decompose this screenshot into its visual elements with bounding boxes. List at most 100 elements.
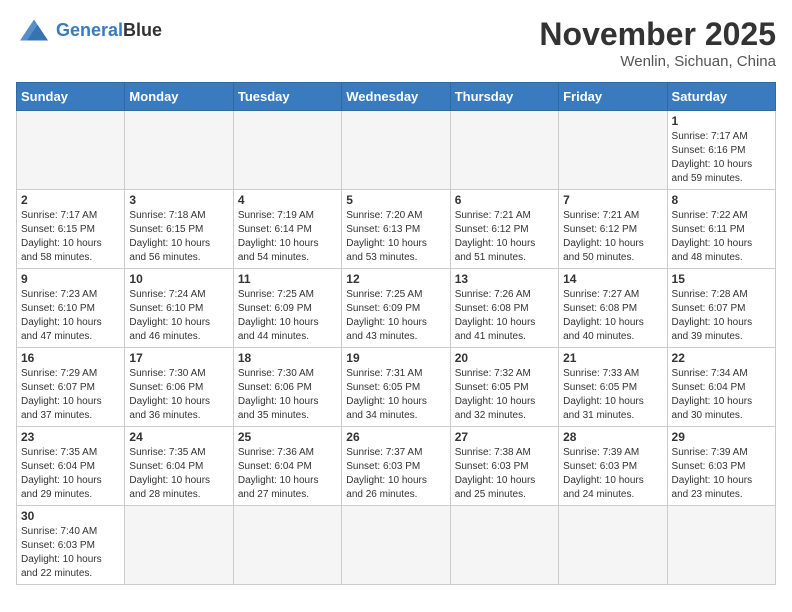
weekday-header-wednesday: Wednesday [342,83,450,111]
day-cell: 20 Sunrise: 7:32 AM Sunset: 6:05 PM Dayli… [450,348,558,427]
location: Wenlin, Sichuan, China [539,53,776,70]
day-info: Sunrise: 7:28 AM Sunset: 6:07 PM Dayligh… [672,288,771,344]
logo-icon [16,16,52,44]
day-info: Sunrise: 7:39 AM Sunset: 6:03 PM Dayligh… [672,446,771,502]
day-info: Sunrise: 7:33 AM Sunset: 6:05 PM Dayligh… [563,367,662,423]
day-cell: 11 Sunrise: 7:25 AM Sunset: 6:09 PM Dayli… [233,269,341,348]
day-info: Sunrise: 7:21 AM Sunset: 6:12 PM Dayligh… [563,209,662,265]
day-cell [125,506,233,585]
day-number: 15 [672,272,771,286]
day-cell: 14 Sunrise: 7:27 AM Sunset: 6:08 PM Dayli… [559,269,667,348]
week-row-2: 2Sunrise: 7:17 AM Sunset: 6:15 PM Daylig… [17,190,776,269]
day-cell: 2Sunrise: 7:17 AM Sunset: 6:15 PM Daylig… [17,190,125,269]
day-number: 12 [346,272,445,286]
day-number: 29 [672,430,771,444]
day-cell: 30 Sunrise: 7:40 AM Sunset: 6:03 PM Dayli… [17,506,125,585]
day-cell: 24 Sunrise: 7:35 AM Sunset: 6:04 PM Dayli… [125,427,233,506]
day-cell [342,111,450,190]
day-number: 24 [129,430,228,444]
day-cell: 5 Sunrise: 7:20 AM Sunset: 6:13 PM Daylig… [342,190,450,269]
day-info: Sunrise: 7:32 AM Sunset: 6:05 PM Dayligh… [455,367,554,423]
day-number: 22 [672,351,771,365]
day-info: Sunrise: 7:17 AM Sunset: 6:16 PM Dayligh… [672,130,771,186]
day-info: Sunrise: 7:35 AM Sunset: 6:04 PM Dayligh… [129,446,228,502]
weekday-header-thursday: Thursday [450,83,558,111]
day-cell: 19Sunrise: 7:31 AM Sunset: 6:05 PM Dayli… [342,348,450,427]
day-cell: 27 Sunrise: 7:38 AM Sunset: 6:03 PM Dayli… [450,427,558,506]
day-cell [125,111,233,190]
day-number: 8 [672,193,771,207]
day-info: Sunrise: 7:25 AM Sunset: 6:09 PM Dayligh… [238,288,337,344]
day-cell: 9Sunrise: 7:23 AM Sunset: 6:10 PM Daylig… [17,269,125,348]
day-cell [233,111,341,190]
day-number: 3 [129,193,228,207]
weekday-header-tuesday: Tuesday [233,83,341,111]
day-cell: 23Sunrise: 7:35 AM Sunset: 6:04 PM Dayli… [17,427,125,506]
day-number: 4 [238,193,337,207]
day-info: Sunrise: 7:34 AM Sunset: 6:04 PM Dayligh… [672,367,771,423]
day-number: 7 [563,193,662,207]
page-header: GeneralBlue November 2025 Wenlin, Sichua… [16,16,776,70]
title-block: November 2025 Wenlin, Sichuan, China [539,16,776,70]
day-cell [450,506,558,585]
day-cell: 17 Sunrise: 7:30 AM Sunset: 6:06 PM Dayli… [125,348,233,427]
day-number: 26 [346,430,445,444]
day-number: 27 [455,430,554,444]
logo: GeneralBlue [16,16,162,44]
day-cell: 4 Sunrise: 7:19 AM Sunset: 6:14 PM Daylig… [233,190,341,269]
day-number: 9 [21,272,120,286]
day-cell [233,506,341,585]
day-number: 20 [455,351,554,365]
day-number: 10 [129,272,228,286]
day-cell: 25Sunrise: 7:36 AM Sunset: 6:04 PM Dayli… [233,427,341,506]
day-cell: 6Sunrise: 7:21 AM Sunset: 6:12 PM Daylig… [450,190,558,269]
weekday-header-row: SundayMondayTuesdayWednesdayThursdayFrid… [17,83,776,111]
day-info: Sunrise: 7:19 AM Sunset: 6:14 PM Dayligh… [238,209,337,265]
day-number: 1 [672,114,771,128]
day-number: 30 [21,509,120,523]
day-info: Sunrise: 7:26 AM Sunset: 6:08 PM Dayligh… [455,288,554,344]
day-info: Sunrise: 7:38 AM Sunset: 6:03 PM Dayligh… [455,446,554,502]
day-cell: 15 Sunrise: 7:28 AM Sunset: 6:07 PM Dayli… [667,269,775,348]
weekday-header-saturday: Saturday [667,83,775,111]
day-cell [450,111,558,190]
day-cell: 22 Sunrise: 7:34 AM Sunset: 6:04 PM Dayli… [667,348,775,427]
weekday-header-friday: Friday [559,83,667,111]
day-cell: 10 Sunrise: 7:24 AM Sunset: 6:10 PM Dayli… [125,269,233,348]
day-info: Sunrise: 7:31 AM Sunset: 6:05 PM Dayligh… [346,367,445,423]
week-row-4: 16Sunrise: 7:29 AM Sunset: 6:07 PM Dayli… [17,348,776,427]
day-cell: 28Sunrise: 7:39 AM Sunset: 6:03 PM Dayli… [559,427,667,506]
day-number: 21 [563,351,662,365]
day-cell [559,111,667,190]
day-number: 23 [21,430,120,444]
day-cell: 1 Sunrise: 7:17 AM Sunset: 6:16 PM Daylig… [667,111,775,190]
day-number: 13 [455,272,554,286]
day-cell [342,506,450,585]
day-info: Sunrise: 7:24 AM Sunset: 6:10 PM Dayligh… [129,288,228,344]
day-info: Sunrise: 7:29 AM Sunset: 6:07 PM Dayligh… [21,367,120,423]
day-info: Sunrise: 7:30 AM Sunset: 6:06 PM Dayligh… [129,367,228,423]
day-info: Sunrise: 7:36 AM Sunset: 6:04 PM Dayligh… [238,446,337,502]
day-info: Sunrise: 7:18 AM Sunset: 6:15 PM Dayligh… [129,209,228,265]
day-info: Sunrise: 7:39 AM Sunset: 6:03 PM Dayligh… [563,446,662,502]
day-number: 14 [563,272,662,286]
week-row-1: 1 Sunrise: 7:17 AM Sunset: 6:16 PM Daylig… [17,111,776,190]
day-info: Sunrise: 7:27 AM Sunset: 6:08 PM Dayligh… [563,288,662,344]
day-cell: 12 Sunrise: 7:25 AM Sunset: 6:09 PM Dayli… [342,269,450,348]
week-row-5: 23 Sunrise: 7:35 AM Sunset: 6:04 PM Dayli… [17,427,776,506]
day-cell: 29 Sunrise: 7:39 AM Sunset: 6:03 PM Dayli… [667,427,775,506]
day-cell: 7 Sunrise: 7:21 AM Sunset: 6:12 PM Daylig… [559,190,667,269]
day-cell: 13 Sunrise: 7:26 AM Sunset: 6:08 PM Dayli… [450,269,558,348]
day-number: 17 [129,351,228,365]
logo-text: GeneralBlue [56,20,162,41]
day-number: 6 [455,193,554,207]
day-cell [17,111,125,190]
day-info: Sunrise: 7:40 AM Sunset: 6:03 PM Dayligh… [21,525,120,581]
day-info: Sunrise: 7:20 AM Sunset: 6:13 PM Dayligh… [346,209,445,265]
day-info: Sunrise: 7:22 AM Sunset: 6:11 PM Dayligh… [672,209,771,265]
day-cell: 18Sunrise: 7:30 AM Sunset: 6:06 PM Dayli… [233,348,341,427]
day-info: Sunrise: 7:25 AM Sunset: 6:09 PM Dayligh… [346,288,445,344]
day-number: 5 [346,193,445,207]
day-info: Sunrise: 7:30 AM Sunset: 6:06 PM Dayligh… [238,367,337,423]
day-number: 11 [238,272,337,286]
